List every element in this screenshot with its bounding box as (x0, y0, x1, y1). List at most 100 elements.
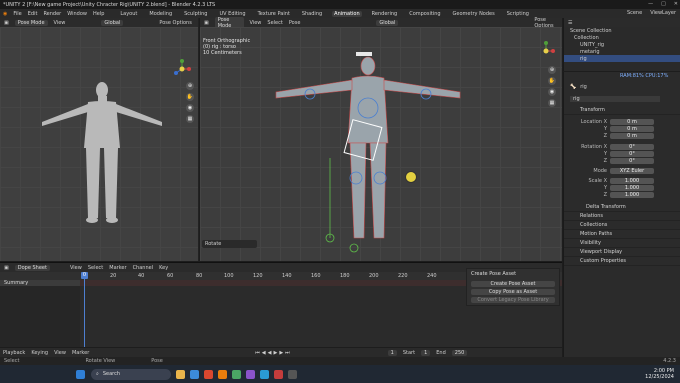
rotation-y-field[interactable]: 0° (610, 150, 654, 157)
outliner-item-rig[interactable]: rig (564, 55, 680, 62)
menu-key[interactable]: Key (159, 265, 168, 271)
maximize-button[interactable]: □ (661, 1, 666, 7)
app-icon[interactable] (260, 369, 269, 379)
dope-sheet-mode[interactable]: Dope Sheet (14, 264, 50, 271)
tab-layout[interactable]: Layout (118, 11, 139, 17)
mode-selector[interactable]: Pose Mode (14, 19, 48, 26)
summary-channel[interactable]: Summary (0, 280, 80, 286)
playhead[interactable] (84, 272, 85, 347)
edge-icon[interactable] (190, 369, 199, 379)
panel-relations[interactable]: Relations (564, 212, 680, 221)
outliner-item-unity-rig[interactable]: UNITY_rig (564, 41, 680, 48)
tab-compositing[interactable]: Compositing (407, 11, 442, 17)
panel-viewport-display[interactable]: Viewport Display (564, 248, 680, 257)
app-icon[interactable] (204, 369, 213, 379)
menu-select[interactable]: Select (267, 20, 282, 26)
tab-uv-editing[interactable]: UV Editing (217, 11, 247, 17)
left-viewport[interactable]: ▣ Pose Mode View Global Pose Options ⊕ ✋… (0, 18, 199, 261)
menu-edit[interactable]: Edit (28, 11, 38, 17)
menu-view[interactable]: View (250, 20, 262, 26)
outliner-item-scene-collection[interactable]: Scene Collection (564, 27, 680, 34)
tab-shading[interactable]: Shading (300, 11, 324, 17)
orientation-selector[interactable]: Global (101, 19, 124, 26)
camera-icon[interactable]: ◉ (548, 88, 556, 96)
menu-view[interactable]: View (70, 265, 82, 271)
tab-scripting[interactable]: Scripting (505, 11, 531, 17)
blender-taskbar-icon[interactable] (218, 369, 227, 379)
editor-type-icon[interactable]: ▣ (204, 20, 209, 26)
rigged-character[interactable] (270, 48, 500, 258)
menu-render[interactable]: Render (43, 11, 61, 17)
menu-select[interactable]: Select (88, 265, 103, 271)
bone-name-field[interactable]: rig (570, 95, 660, 102)
menu-channel[interactable]: Channel (133, 265, 154, 271)
navigation-gizmo-icon[interactable] (172, 58, 192, 80)
scale-x-field[interactable]: 1.000 (610, 177, 654, 184)
tab-modeling[interactable]: Modeling (147, 11, 174, 17)
tab-geometry-nodes[interactable]: Geometry Nodes (451, 11, 497, 17)
app-icon[interactable] (274, 369, 283, 379)
chrome-icon[interactable] (232, 369, 241, 379)
rotation-x-field[interactable]: 0° (610, 143, 654, 150)
rotation-z-field[interactable]: 0° (610, 157, 654, 164)
location-z-field[interactable]: 0 m (610, 132, 654, 139)
light-icon[interactable] (405, 171, 417, 183)
menu-marker[interactable]: Marker (109, 265, 126, 271)
outliner-item-metarig[interactable]: metarig (564, 48, 680, 55)
minimize-button[interactable]: — (648, 1, 653, 7)
pan-icon[interactable]: ✋ (186, 93, 194, 101)
rotation-mode-select[interactable]: XYZ Euler (610, 167, 654, 174)
blender-logo-icon[interactable]: ◉ (3, 11, 7, 17)
scale-y-field[interactable]: 1.000 (610, 184, 654, 191)
character-model[interactable] (40, 78, 170, 238)
menu-view[interactable]: View (54, 20, 66, 26)
app-icon[interactable] (288, 369, 297, 379)
convert-legacy-pose-library-button[interactable]: Convert Legacy Pose Library (471, 297, 555, 303)
main-viewport[interactable]: ▣ Pose Mode View Select Pose Global Pose… (200, 16, 562, 261)
pose-options[interactable]: Pose Options (159, 20, 191, 26)
menu-pose[interactable]: Pose (289, 20, 301, 26)
menu-keying[interactable]: Keying (31, 350, 48, 356)
navigation-gizmo-icon[interactable] (536, 40, 556, 62)
location-x-field[interactable]: 0 m (610, 118, 654, 125)
end-frame-field[interactable]: 250 (451, 349, 468, 356)
menu-window[interactable]: Window (67, 11, 87, 17)
menu-help[interactable]: Help (93, 11, 104, 17)
orientation-selector[interactable]: Global (376, 19, 399, 26)
tab-texture-paint[interactable]: Texture Paint (256, 11, 292, 17)
start-frame-field[interactable]: 1 (421, 349, 431, 356)
menu-marker[interactable]: Marker (72, 350, 89, 356)
scene-selector[interactable]: Scene (627, 10, 642, 16)
panel-motion-paths[interactable]: Motion Paths (564, 230, 680, 239)
menu-playback[interactable]: Playback (3, 350, 25, 356)
editor-type-icon[interactable]: ▣ (4, 20, 9, 26)
outliner[interactable]: ☰ Scene Collection Collection UNITY_rig … (563, 18, 680, 71)
tab-rendering[interactable]: Rendering (370, 11, 400, 17)
tab-animation[interactable]: Animation (332, 10, 362, 17)
menu-view[interactable]: View (54, 350, 66, 356)
channel-region[interactable] (0, 286, 80, 347)
start-menu-icon[interactable] (76, 369, 85, 379)
panel-visibility[interactable]: Visibility (564, 239, 680, 248)
menu-file[interactable]: File (13, 11, 21, 17)
playback-controls[interactable]: ⏮◀◀▶▶⏭ (255, 350, 291, 356)
location-y-field[interactable]: 0 m (610, 125, 654, 132)
pan-icon[interactable]: ✋ (548, 77, 556, 85)
perspective-grid-icon[interactable]: ▦ (186, 115, 194, 123)
camera-icon[interactable]: ◉ (186, 104, 194, 112)
create-pose-asset-button[interactable]: Create Pose Asset (471, 281, 555, 287)
zoom-icon[interactable]: ⊕ (186, 82, 194, 90)
current-frame-indicator[interactable]: 0 (81, 272, 88, 279)
properties-editor[interactable]: RAM:81% CPU:17% 🦴 rig rig Transform Loca… (563, 72, 680, 357)
perspective-grid-icon[interactable]: ▦ (548, 99, 556, 107)
system-clock[interactable]: 2:00 PM 12/25/2024 (645, 368, 674, 380)
tab-sculpting[interactable]: Sculpting (182, 11, 209, 17)
close-button[interactable]: ✕ (674, 1, 678, 7)
editor-type-icon[interactable]: ▣ (4, 265, 9, 271)
last-operator-panel[interactable]: Rotate (202, 240, 257, 248)
taskbar-search[interactable]: ⌕ Search (91, 368, 171, 380)
current-frame-field[interactable]: 1 (387, 349, 397, 356)
app-icon[interactable] (246, 369, 255, 379)
view-layer-selector[interactable]: ViewLayer (650, 10, 676, 16)
copy-pose-asset-button[interactable]: Copy Pose as Asset (471, 289, 555, 295)
